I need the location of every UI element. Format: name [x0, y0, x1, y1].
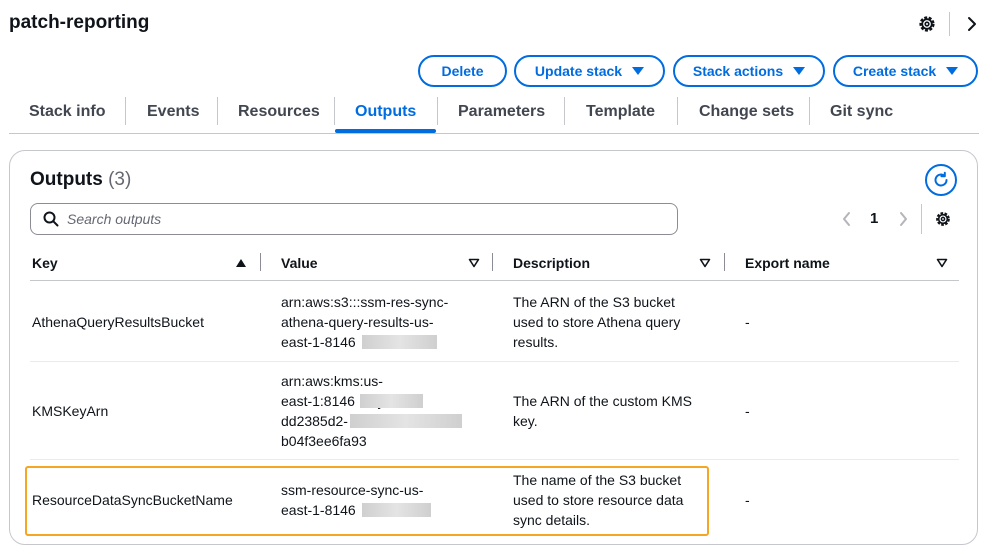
sort-icon[interactable] [699, 258, 711, 268]
pager-divider [921, 204, 922, 234]
caret-down-icon [793, 67, 806, 75]
output-export-name: - [745, 403, 750, 419]
outputs-panel: Outputs (3) 1 Key Value Description [9, 150, 978, 545]
settings-gear-icon[interactable] [917, 14, 937, 34]
tab-separator [125, 97, 126, 125]
output-key: AthenaQueryResultsBucket [32, 314, 204, 330]
table-preferences-gear-icon[interactable] [934, 210, 952, 228]
sort-icon[interactable] [936, 258, 948, 268]
column-resizer[interactable] [492, 253, 493, 271]
row-highlight-box [25, 466, 709, 536]
next-page-icon[interactable] [897, 211, 909, 227]
column-resizer[interactable] [724, 253, 725, 271]
tab-separator [437, 97, 438, 125]
sort-icon[interactable] [468, 258, 480, 268]
output-value: arn:aws:kms:us- east-1:8146 :key/ dd2385… [281, 373, 388, 449]
tab-git-sync[interactable]: Git sync [830, 92, 893, 132]
outputs-count: (3) [108, 169, 132, 190]
tab-separator [677, 97, 678, 125]
delete-button-label: Delete [441, 63, 484, 79]
caret-down-icon [946, 67, 959, 75]
tab-bar: Stack info Events Resources Outputs Para… [9, 92, 979, 134]
tab-separator [809, 97, 810, 125]
refresh-button[interactable] [925, 164, 957, 196]
column-header-export-name[interactable]: Export name [745, 255, 830, 271]
tab-template[interactable]: Template [586, 92, 655, 132]
tab-change-sets[interactable]: Change sets [699, 92, 794, 132]
column-header-key[interactable]: Key [32, 255, 58, 271]
header-divider [949, 12, 950, 36]
output-description: The ARN of the S3 bucket used to store A… [513, 294, 681, 350]
create-stack-button[interactable]: Create stack [833, 55, 978, 87]
delete-button[interactable]: Delete [418, 55, 507, 87]
output-description: The ARN of the custom KMS key. [513, 393, 692, 429]
tab-separator [217, 97, 218, 125]
table-header-divider [30, 280, 959, 281]
tab-stack-info[interactable]: Stack info [29, 92, 105, 132]
column-header-description[interactable]: Description [513, 255, 590, 271]
tab-events[interactable]: Events [147, 92, 199, 132]
current-page[interactable]: 1 [870, 210, 878, 227]
previous-page-icon[interactable] [841, 211, 853, 227]
column-header-value[interactable]: Value [281, 255, 318, 271]
tab-parameters[interactable]: Parameters [458, 92, 545, 132]
page-title: patch-reporting [9, 12, 150, 33]
column-resizer[interactable] [260, 253, 261, 271]
update-stack-label: Update stack [534, 63, 623, 79]
search-outputs-input[interactable] [67, 211, 647, 227]
outputs-heading: Outputs (3) [30, 169, 131, 191]
row-divider [30, 459, 959, 460]
stack-actions-button[interactable]: Stack actions [673, 55, 825, 87]
tab-separator [334, 97, 335, 125]
sort-ascending-icon[interactable] [235, 258, 247, 268]
stack-actions-label: Stack actions [692, 63, 784, 79]
output-export-name: - [745, 492, 750, 508]
tab-resources[interactable]: Resources [238, 92, 320, 132]
active-tab-indicator [335, 129, 436, 133]
tab-separator [564, 97, 565, 125]
redaction-mask [360, 394, 423, 408]
redaction-mask [362, 335, 437, 349]
search-icon [43, 211, 59, 227]
chevron-right-icon[interactable] [965, 15, 979, 33]
redaction-mask [350, 414, 462, 428]
output-export-name: - [745, 314, 750, 330]
caret-down-icon [632, 67, 645, 75]
refresh-icon [934, 171, 948, 187]
tab-outputs[interactable]: Outputs [355, 92, 416, 132]
row-divider [30, 361, 959, 362]
create-stack-label: Create stack [852, 63, 937, 79]
outputs-title: Outputs [30, 169, 103, 190]
output-key: KMSKeyArn [32, 403, 109, 419]
search-outputs-field[interactable] [30, 203, 678, 235]
update-stack-button[interactable]: Update stack [514, 55, 665, 87]
